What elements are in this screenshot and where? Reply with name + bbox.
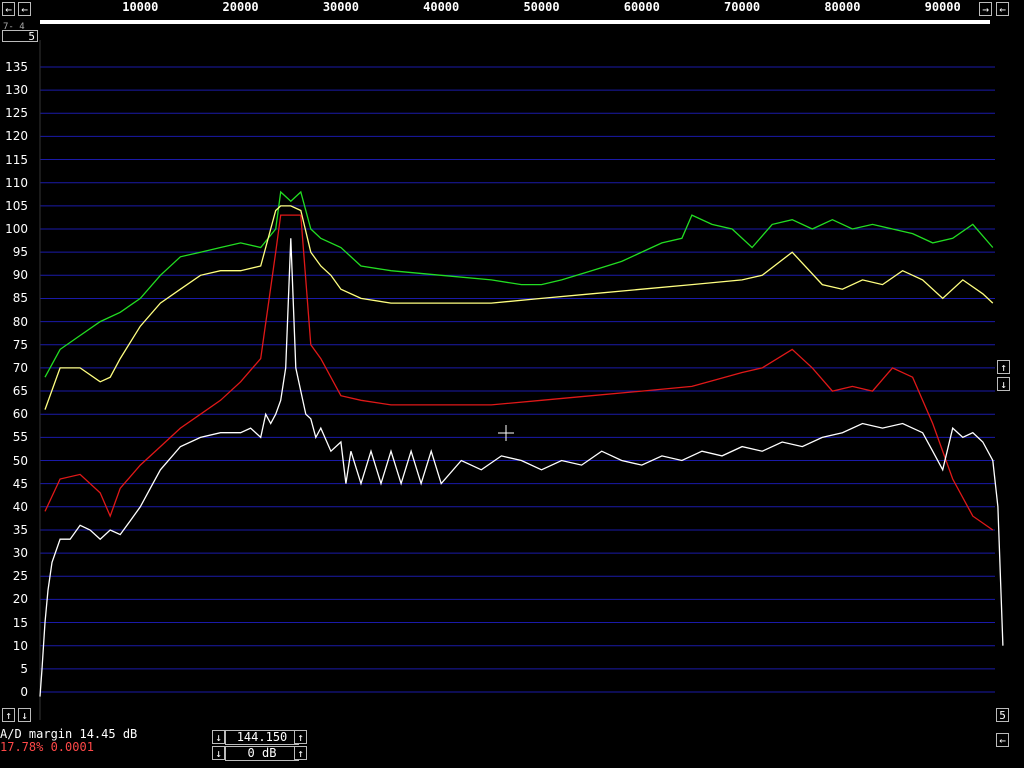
series-line-red [44, 214, 994, 531]
level-bottom-value[interactable]: 0 dB [225, 746, 299, 761]
right-down-button[interactable]: ↓ [997, 377, 1010, 391]
right-bottom-value[interactable]: 5 [996, 708, 1009, 722]
level-up-button-top[interactable]: ↑ [294, 730, 307, 744]
left-down-button[interactable]: ↓ [18, 708, 31, 722]
level-down-button-top[interactable]: ↓ [212, 730, 225, 744]
series-line-white [39, 238, 1004, 697]
series-line-yellow [44, 205, 994, 410]
ad-margin-status: A/D margin 14.45 dB [0, 727, 138, 741]
right-up-button[interactable]: ↑ [997, 360, 1010, 374]
left-up-button[interactable]: ↑ [2, 708, 15, 722]
level-top-value[interactable]: 144.150 [225, 730, 299, 745]
right-bottom-arrow[interactable]: ← [996, 733, 1009, 747]
spectrum-chart[interactable] [0, 0, 1024, 768]
level-down-button-bottom[interactable]: ↓ [212, 746, 225, 760]
level-up-button-bottom[interactable]: ↑ [294, 746, 307, 760]
ratio-status: 17.78% 0.0001 [0, 740, 94, 754]
